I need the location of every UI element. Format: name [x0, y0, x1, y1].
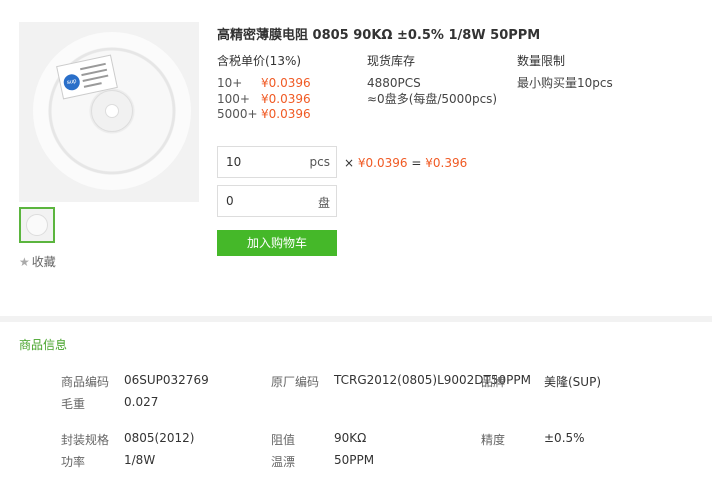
- calc-total: ¥0.396: [425, 156, 468, 170]
- product-info-title: 商品信息: [19, 338, 68, 352]
- section-divider: [0, 316, 712, 322]
- spec-tempco-value: 50PPM: [334, 453, 375, 467]
- spec-tempco-label: 温漂: [271, 455, 296, 469]
- stock-reels: ≈0盘多(每盘/5000pcs): [367, 92, 498, 106]
- spec-brand-value: 美隆(SUP): [544, 375, 602, 389]
- product-thumbnail[interactable]: [19, 207, 55, 243]
- reel-quantity-input[interactable]: 0 盘: [217, 185, 337, 217]
- tier-qty: 5000+: [217, 107, 258, 121]
- min-order-limit: 最小购买量10pcs: [517, 76, 613, 90]
- tier-price: ¥0.0396: [261, 107, 311, 121]
- spec-brand-label: 品牌: [481, 375, 506, 389]
- limit-header: 数量限制: [517, 54, 566, 68]
- quantity-unit: pcs: [309, 155, 330, 169]
- spec-code-value: 06SUP032769: [124, 373, 209, 387]
- spec-resistance-label: 阻值: [271, 433, 296, 447]
- spec-power-label: 功率: [61, 455, 86, 469]
- price-tier: 100+ ¥0.0396: [217, 91, 311, 107]
- favorite-label: 收藏: [31, 255, 56, 269]
- spec-precision-label: 精度: [481, 433, 506, 447]
- spec-weight-label: 毛重: [61, 397, 86, 411]
- times-sign: ×: [344, 156, 355, 170]
- quantity-value: 10: [226, 155, 242, 169]
- brand-logo: sup: [62, 72, 82, 92]
- favorite-button[interactable]: ★ 收藏: [19, 253, 56, 270]
- price-tier: 10+ ¥0.0396: [217, 75, 311, 91]
- tier-qty: 10+: [217, 76, 243, 90]
- reel-unit: 盘: [317, 196, 330, 210]
- price-calculation: × ¥0.0396 = ¥0.396: [344, 156, 467, 170]
- tier-qty: 100+: [217, 92, 250, 106]
- equals-sign: =: [411, 156, 422, 170]
- price-header: 含税单价(13%): [217, 54, 302, 68]
- calc-unit-price: ¥0.0396: [357, 156, 408, 170]
- add-to-cart-button[interactable]: 加入购物车: [217, 230, 337, 256]
- product-title: 高精密薄膜电阻 0805 90KΩ ±0.5% 1/8W 50PPM: [217, 28, 541, 43]
- quantity-input[interactable]: 10 pcs: [217, 146, 337, 178]
- spec-code-label: 商品编码: [61, 375, 110, 389]
- price-tier: 5000+ ¥0.0396: [217, 106, 311, 122]
- reel-graphic: sup: [33, 32, 191, 190]
- product-image: sup: [19, 22, 199, 202]
- star-icon: ★: [19, 255, 30, 269]
- stock-header: 现货库存: [367, 54, 416, 68]
- reel-hole: [105, 104, 119, 118]
- spec-package-value: 0805(2012): [124, 431, 195, 445]
- spec-power-value: 1/8W: [124, 453, 156, 467]
- spec-package-label: 封装规格: [61, 433, 110, 447]
- spec-mfr-code-label: 原厂编码: [271, 375, 320, 389]
- spec-resistance-value: 90KΩ: [334, 431, 367, 445]
- tier-price: ¥0.0396: [261, 76, 311, 90]
- spec-precision-value: ±0.5%: [544, 431, 585, 445]
- tier-price: ¥0.0396: [261, 92, 311, 106]
- spec-weight-value: 0.027: [124, 395, 159, 409]
- reel-value: 0: [226, 194, 234, 208]
- stock-count: 4880PCS: [367, 76, 421, 90]
